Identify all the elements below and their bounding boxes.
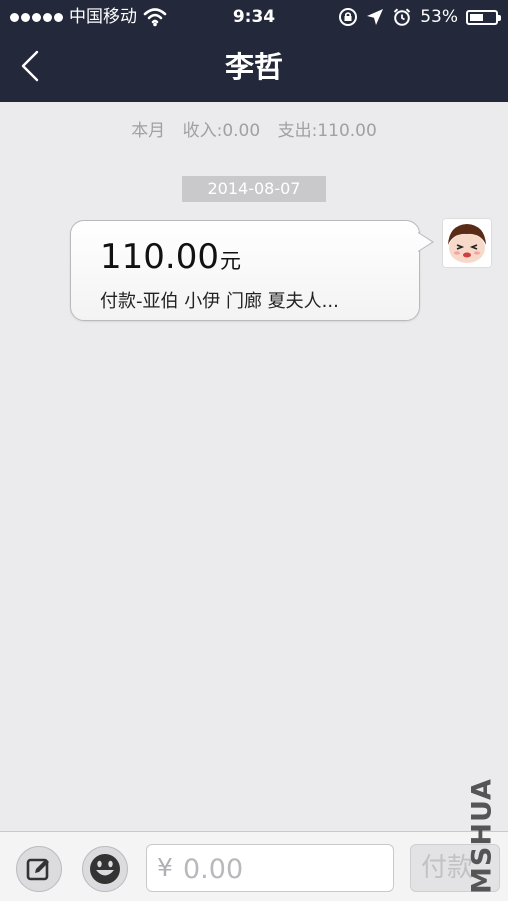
battery-icon <box>466 9 501 25</box>
alarm-clock-icon <box>394 8 411 26</box>
header-bar: 中国移动 9:34 53% 李哲 <box>0 0 508 102</box>
edit-icon <box>26 858 49 881</box>
currency-symbol: ¥ <box>157 853 173 882</box>
date-badge: 2014-08-07 <box>182 176 326 202</box>
amount-input-field[interactable]: ¥ <box>146 844 394 892</box>
amount-value: 110.00 <box>100 237 219 277</box>
summary-income: 收入:0.00 <box>182 121 261 141</box>
emoji-button[interactable] <box>82 846 128 892</box>
watermark-text: MSHUA <box>466 778 498 894</box>
watermark: MSHUA <box>462 778 502 894</box>
smiley-icon <box>90 854 120 884</box>
status-bar: 中国移动 9:34 53% <box>0 0 508 34</box>
location-arrow-icon <box>367 9 384 25</box>
battery-percent: 53% <box>420 7 458 27</box>
rotation-lock-icon <box>339 8 358 26</box>
payment-amount: 110.00元 <box>100 237 241 277</box>
payment-description: 付款-亚伯 小伊 门廊 夏夫人... <box>100 291 339 312</box>
avatar[interactable] <box>442 218 492 268</box>
amount-input[interactable] <box>181 851 385 887</box>
summary-period: 本月 <box>131 121 166 141</box>
page-title: 李哲 <box>224 50 283 84</box>
summary-expense: 支出:110.00 <box>277 121 377 141</box>
monthly-summary: 本月 收入:0.00 支出:110.00 <box>0 116 508 141</box>
bottom-toolbar: ¥ 付款 <box>0 831 508 901</box>
edit-button[interactable] <box>16 846 62 892</box>
cartoon-face-avatar-icon <box>443 219 491 267</box>
payment-message-bubble[interactable]: 110.00元 付款-亚伯 小伊 门廊 夏夫人... <box>70 220 420 321</box>
amount-unit: 元 <box>219 249 241 273</box>
